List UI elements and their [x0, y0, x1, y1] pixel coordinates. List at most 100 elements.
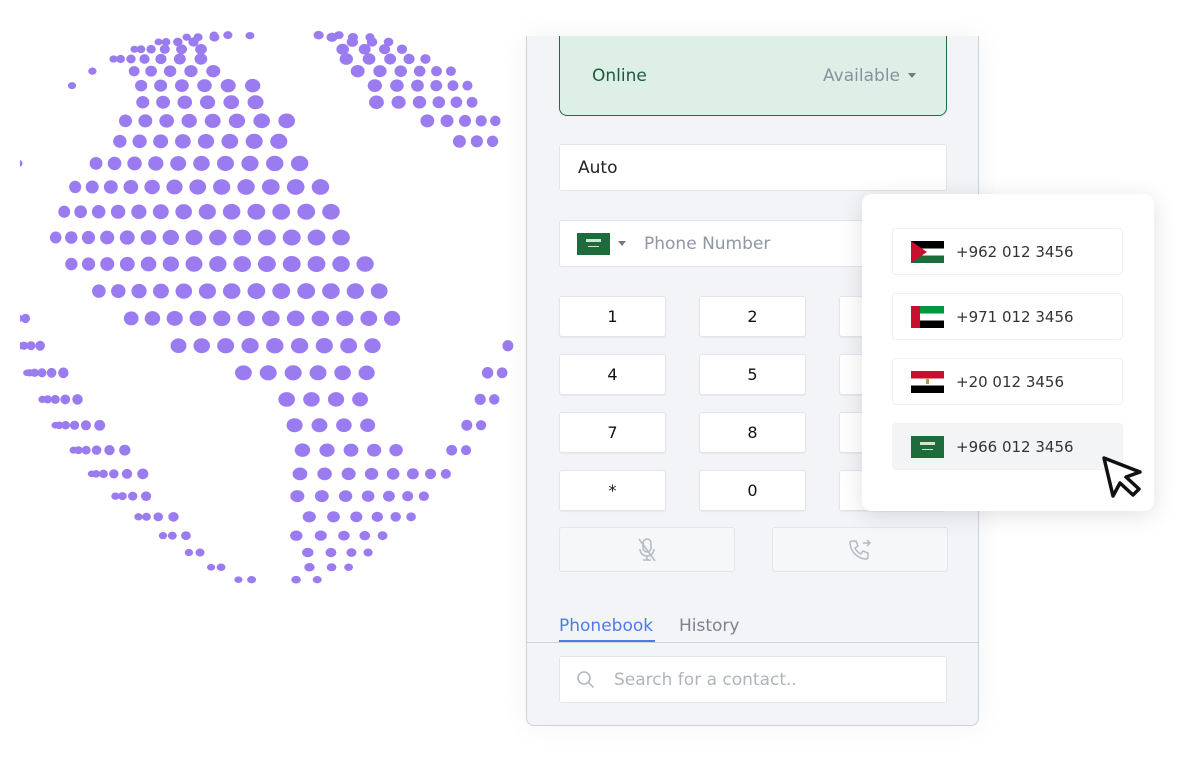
- globe-dot: [266, 155, 284, 172]
- contact-search-input[interactable]: Search for a contact..: [559, 656, 947, 703]
- globe-dot: [391, 95, 406, 109]
- keypad-key[interactable]: 5: [699, 354, 806, 395]
- globe-dot: [373, 65, 387, 78]
- globe-dot: [325, 547, 337, 558]
- globe-dot: [319, 443, 335, 457]
- globe-dot: [91, 470, 101, 478]
- globe-dot: [135, 79, 148, 92]
- globe-dot: [216, 155, 234, 172]
- keypad-key[interactable]: *: [559, 470, 666, 511]
- globe-dot: [292, 467, 308, 481]
- country-option-saudi-arabia[interactable]: +966 012 3456: [892, 423, 1123, 470]
- globe-dot: [466, 96, 478, 108]
- globe-dot: [284, 365, 302, 381]
- globe-dot: [461, 445, 472, 456]
- globe-dot: [244, 78, 261, 93]
- globe-dot: [140, 491, 152, 501]
- globe-dot: [132, 134, 147, 149]
- mute-button[interactable]: [559, 527, 735, 572]
- globe-dot: [185, 229, 203, 246]
- globe-dot: [81, 445, 91, 455]
- globe-dot: [461, 419, 473, 431]
- globe-dot: [247, 95, 264, 110]
- globe-dot: [332, 256, 350, 272]
- globe-dot: [352, 392, 368, 407]
- keypad-key[interactable]: 0: [699, 470, 806, 511]
- country-number: +962 012 3456: [956, 242, 1074, 261]
- globe-dot: [297, 283, 316, 300]
- globe-dot: [148, 156, 164, 171]
- globe-dot: [327, 392, 345, 407]
- globe-dot: [99, 469, 108, 479]
- globe-dot: [270, 133, 288, 149]
- globe-dot: [382, 490, 395, 502]
- globe-dot: [161, 38, 171, 46]
- keypad-key[interactable]: 8: [699, 412, 806, 453]
- mode-field[interactable]: Auto: [559, 144, 947, 191]
- globe-dot: [369, 95, 384, 109]
- globe-dot: [237, 179, 255, 195]
- keypad-key[interactable]: 1: [559, 296, 666, 337]
- country-option-jordan[interactable]: +962 012 3456: [892, 228, 1123, 275]
- globe-dot: [363, 548, 373, 557]
- globe-dot: [175, 134, 191, 149]
- globe-dot: [85, 180, 99, 194]
- globe-dot: [223, 95, 240, 110]
- keypad-key[interactable]: 2: [699, 296, 806, 337]
- mode-value: Auto: [578, 157, 618, 178]
- globe-dot: [237, 310, 255, 327]
- globe-dot: [189, 179, 207, 195]
- globe-dot: [222, 203, 241, 220]
- globe-dot: [107, 156, 122, 171]
- globe-dot: [490, 115, 501, 127]
- globe-dot: [209, 31, 219, 39]
- availability-dropdown[interactable]: Available: [823, 66, 916, 86]
- globe-dot: [67, 82, 77, 90]
- tab-history[interactable]: History: [679, 616, 739, 636]
- caret-down-icon: [908, 73, 916, 78]
- globe-dot: [234, 576, 243, 583]
- globe-dot: [163, 65, 177, 77]
- globe-dot: [195, 548, 205, 557]
- globe-dot: [50, 394, 60, 404]
- globe-dot: [307, 256, 326, 273]
- tab-phonebook[interactable]: Phonebook: [559, 616, 653, 636]
- search-icon: [577, 670, 595, 688]
- status-selector[interactable]: Online Available: [559, 36, 947, 116]
- globe-dot: [35, 340, 45, 351]
- globe-dot: [113, 134, 127, 148]
- globe-dot: [266, 338, 284, 354]
- globe-dot: [136, 96, 150, 109]
- country-option-egypt[interactable]: +20 012 3456: [892, 358, 1123, 405]
- globe-dot: [80, 420, 91, 431]
- globe-dot: [134, 513, 143, 521]
- globe-dot: [100, 230, 115, 245]
- globe-dot: [158, 532, 168, 540]
- globe-dot: [420, 54, 431, 64]
- caret-down-icon: [618, 241, 626, 246]
- country-number: +20 012 3456: [956, 372, 1064, 391]
- globe-dot: [302, 511, 316, 523]
- search-placeholder: Search for a contact..: [614, 669, 797, 690]
- globe-dot: [247, 576, 257, 584]
- globe-dot: [184, 548, 194, 557]
- globe-dot: [307, 229, 326, 246]
- globe-dot: [137, 468, 149, 480]
- globe-dot: [69, 420, 80, 430]
- globe-dot: [81, 230, 96, 245]
- globe-dot: [199, 95, 216, 110]
- globe-dot: [341, 467, 356, 481]
- globe-dot: [168, 512, 179, 522]
- mic-off-icon: [638, 537, 656, 561]
- keypad-key[interactable]: 4: [559, 354, 666, 395]
- globe-dot: [450, 96, 463, 108]
- globe-dot: [104, 445, 115, 456]
- globe-dot: [272, 203, 291, 220]
- country-option-uae[interactable]: +971 012 3456: [892, 293, 1123, 340]
- keypad-key[interactable]: 7: [559, 412, 666, 453]
- transfer-call-button[interactable]: [772, 527, 948, 572]
- globe-dot: [153, 512, 164, 522]
- globe-dot: [253, 113, 270, 129]
- country-picker[interactable]: [577, 232, 626, 255]
- mouse-cursor-icon: [1102, 456, 1142, 498]
